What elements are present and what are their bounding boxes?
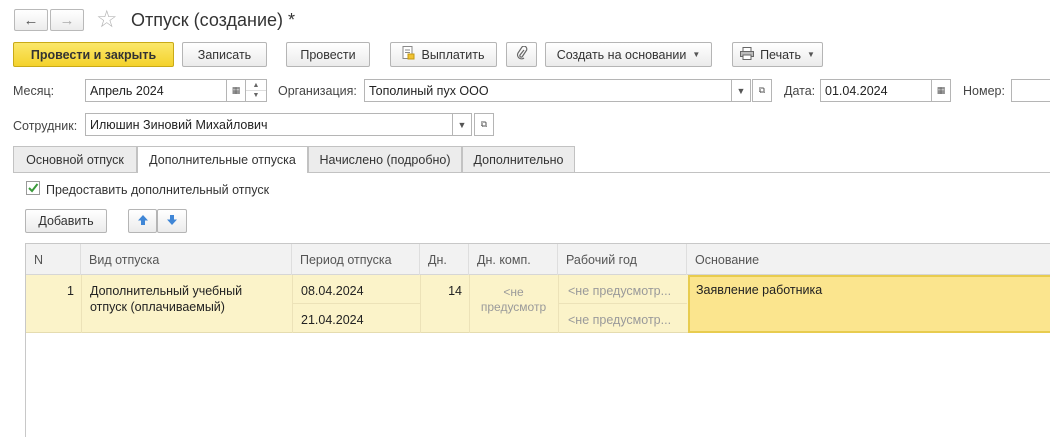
page-title: Отпуск (создание) * [131, 10, 296, 30]
column-divider [558, 275, 559, 333]
tab-main-vacation[interactable]: Основной отпуск [13, 146, 137, 172]
month-stepper[interactable]: ▲ ▼ [245, 79, 267, 102]
column-header-period[interactable]: Период отпуска [292, 244, 420, 275]
row-subdivider [558, 303, 687, 304]
create-based-on-button[interactable]: Создать на основании ▼ [545, 42, 712, 67]
arrow-right-icon: → [59, 11, 75, 29]
cell-work-year-from: <не предусмотр... [568, 284, 672, 298]
open-window-icon: ⧉ [758, 85, 766, 95]
save-button[interactable]: Записать [182, 42, 267, 67]
tab-additional-vacations[interactable]: Дополнительные отпуска [137, 146, 308, 173]
provide-additional-checkbox[interactable] [26, 181, 40, 195]
column-header-work-year[interactable]: Рабочий год [558, 244, 687, 275]
chevron-up-icon[interactable]: ▲ [246, 80, 266, 91]
chevron-down-icon: ▼ [457, 119, 467, 130]
employee-dropdown-button[interactable]: ▼ [452, 113, 472, 136]
column-header-days[interactable]: Дн. [420, 244, 469, 275]
organization-open-button[interactable]: ⧉ [752, 79, 772, 102]
checkmark-icon [28, 183, 39, 193]
paperclip-icon [516, 45, 528, 63]
chevron-down-icon: ▼ [692, 50, 701, 59]
arrow-left-icon: ← [23, 11, 39, 29]
add-button[interactable]: Добавить [25, 209, 107, 233]
calendar-icon: ▦ [231, 85, 241, 95]
number-label: Номер: [963, 84, 1005, 98]
post-and-close-button[interactable]: Провести и закрыть [13, 42, 174, 67]
favorite-star-icon[interactable]: ☆ [96, 5, 118, 34]
cell-period-from: 08.04.2024 [301, 284, 364, 298]
forward-button[interactable]: → [50, 9, 84, 31]
cell-basis-active[interactable]: Заявление работника [688, 275, 1050, 333]
date-calendar-button[interactable]: ▦ [931, 79, 951, 102]
employee-open-button[interactable]: ⧉ [474, 113, 494, 136]
organization-label: Организация: [278, 84, 357, 98]
print-button[interactable]: Печать ▼ [732, 42, 823, 67]
chevron-down-icon: ▼ [807, 50, 815, 59]
number-field[interactable] [1011, 79, 1050, 102]
arrow-down-icon [166, 214, 178, 229]
back-button[interactable]: ← [14, 9, 48, 31]
column-header-basis[interactable]: Основание [687, 244, 1050, 275]
post-button[interactable]: Провести [286, 42, 370, 67]
cell-work-year-to: <не предусмотр... [568, 313, 672, 327]
column-divider [81, 275, 82, 333]
cell-comp-days: <не предусмотр [480, 285, 547, 314]
table-row[interactable]: 1 Дополнительный учебный отпуск (оплачив… [26, 275, 1050, 333]
employee-field[interactable]: Илюшин Зиновий Михайлович [85, 113, 453, 136]
cell-period-to: 21.04.2024 [301, 313, 364, 327]
pay-button[interactable]: Выплатить [390, 42, 497, 67]
arrow-up-icon [137, 214, 149, 229]
document-icon [402, 46, 415, 63]
cell-basis: Заявление работника [696, 283, 823, 297]
date-label: Дата: [784, 84, 816, 98]
attach-button[interactable] [506, 42, 537, 67]
cell-n: 1 [67, 284, 74, 298]
organization-dropdown-button[interactable]: ▼ [731, 79, 751, 102]
calendar-icon: ▦ [936, 85, 946, 95]
column-header-type[interactable]: Вид отпуска [81, 244, 292, 275]
employee-label: Сотрудник: [13, 119, 78, 133]
date-field[interactable]: 01.04.2024 [820, 79, 932, 102]
column-divider [292, 275, 293, 333]
calendar-button[interactable]: ▦ [226, 79, 246, 102]
organization-field[interactable]: Тополиный пух ООО [364, 79, 732, 102]
tab-accrued-detailed[interactable]: Начислено (подробно) [308, 146, 462, 172]
vacations-table[interactable]: N Вид отпуска Период отпуска Дн. Дн. ком… [25, 243, 1050, 437]
tab-additional[interactable]: Дополнительно [462, 146, 575, 172]
open-window-icon: ⧉ [480, 119, 488, 129]
month-field[interactable]: Апрель 2024 [85, 79, 227, 102]
row-subdivider [292, 303, 420, 304]
printer-icon [740, 46, 755, 63]
column-header-comp-days[interactable]: Дн. комп. [469, 244, 558, 275]
chevron-down-icon[interactable]: ▼ [246, 91, 266, 101]
month-label: Месяц: [13, 84, 55, 98]
table-header: N Вид отпуска Период отпуска Дн. Дн. ком… [26, 244, 1050, 275]
move-up-button[interactable] [128, 209, 157, 233]
cell-days: 14 [448, 284, 462, 298]
chevron-down-icon: ▼ [736, 85, 746, 96]
move-down-button[interactable] [157, 209, 187, 233]
provide-additional-label[interactable]: Предоставить дополнительный отпуск [46, 183, 269, 197]
cell-vacation-type: Дополнительный учебный отпуск (оплачивае… [90, 284, 243, 314]
column-header-n[interactable]: N [26, 244, 81, 275]
